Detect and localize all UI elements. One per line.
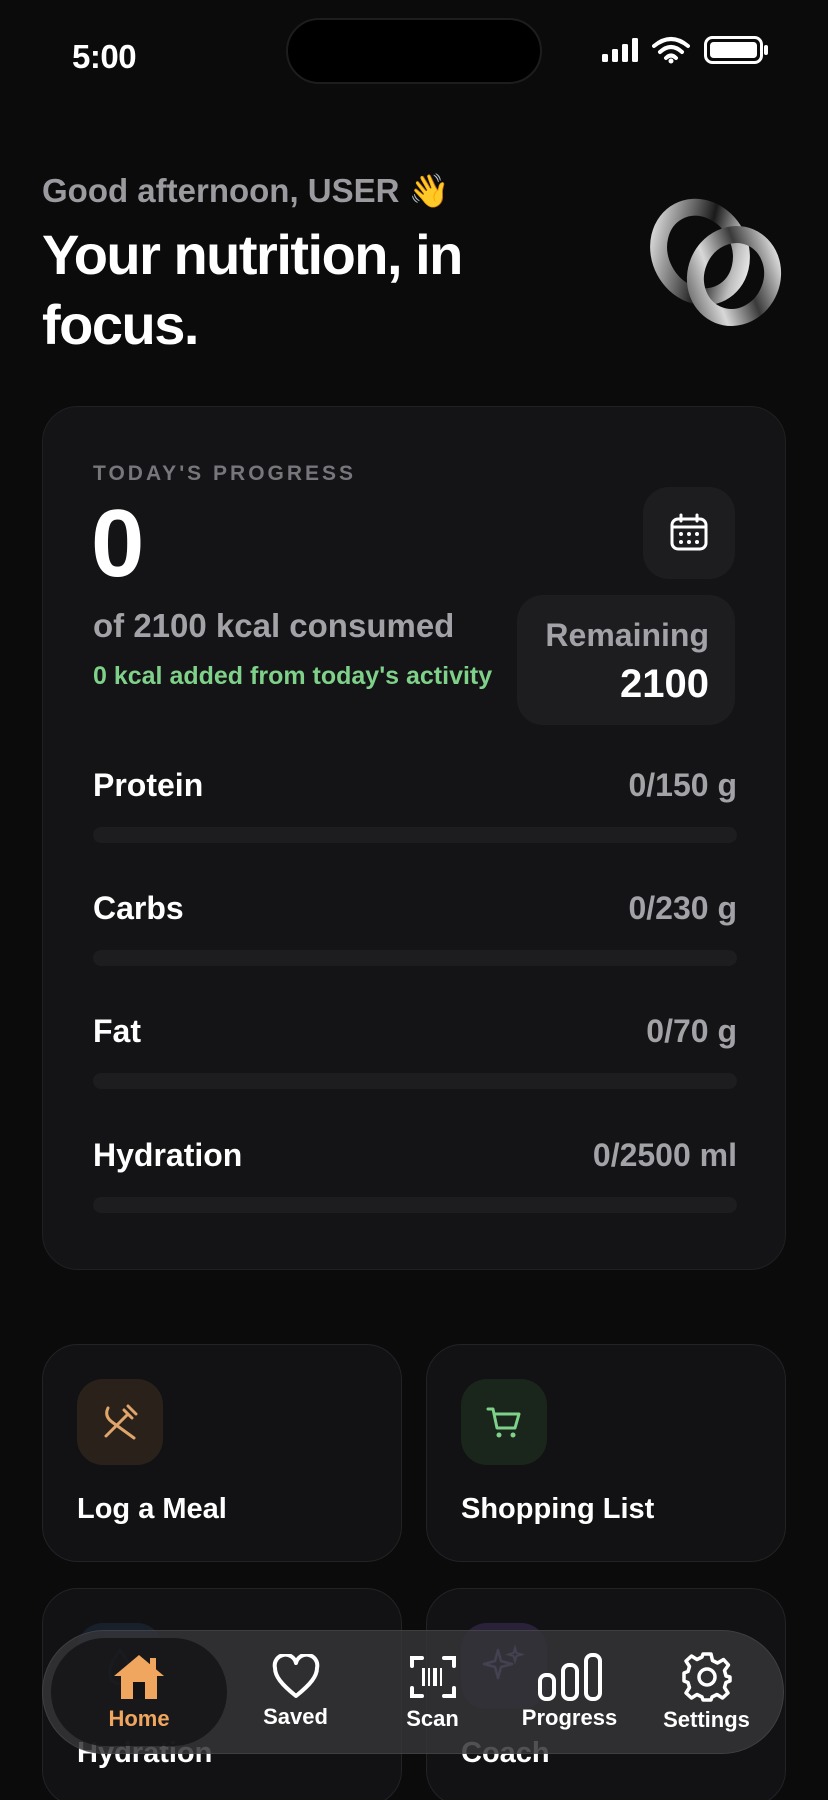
macro-row-protein: Protein 0/150 g: [93, 767, 737, 857]
macro-row-carbs: Carbs 0/230 g: [93, 890, 737, 980]
tab-home[interactable]: Home: [51, 1638, 227, 1746]
tab-label: Progress: [521, 1705, 618, 1730]
activity-text: 0 kcal added from today's activity: [93, 662, 493, 690]
macro-name: Carbs: [93, 890, 184, 926]
tab-label: Scan: [406, 1706, 459, 1731]
macro-value: 0/70 g: [646, 1013, 737, 1049]
bottom-tab-bar: Home Saved Scan Progress Settings: [42, 1630, 784, 1754]
tab-label: Settings: [663, 1707, 750, 1732]
status-icons: [602, 36, 770, 64]
macro-progress-track: [93, 1197, 737, 1213]
macro-progress-track: [93, 1073, 737, 1089]
cellular-signal-icon: [602, 38, 638, 62]
fork-knife-icon: [104, 1404, 138, 1440]
card-label: TODAY'S PROGRESS: [93, 462, 357, 485]
wifi-icon: [652, 37, 690, 64]
remaining-value: 2100: [620, 662, 709, 706]
macro-progress-track: [93, 827, 737, 843]
gear-icon: [681, 1652, 732, 1702]
macro-value: 0/150 g: [628, 767, 737, 803]
bar-chart-icon: [537, 1653, 602, 1701]
tab-settings[interactable]: Settings: [638, 1638, 775, 1746]
calendar-icon: [670, 513, 708, 551]
shopping-list-tile[interactable]: Shopping List: [426, 1344, 786, 1562]
calendar-button[interactable]: [643, 487, 735, 579]
battery-icon: [704, 36, 768, 64]
macro-row-fat: Fat 0/70 g: [93, 1013, 737, 1103]
tab-progress[interactable]: Progress: [501, 1638, 638, 1746]
tile-label: Log a Meal: [77, 1493, 227, 1525]
cart-icon: [486, 1407, 521, 1438]
todays-progress-card: TODAY'S PROGRESS 0 of 2100 kcal consumed…: [42, 406, 786, 1270]
macro-name: Fat: [93, 1013, 141, 1049]
consumed-text: of 2100 kcal consumed: [93, 607, 455, 644]
barcode-scan-icon: [409, 1656, 456, 1698]
log-meal-tile[interactable]: Log a Meal: [42, 1344, 402, 1562]
tab-label: Home: [108, 1706, 170, 1731]
tile-icon-box: [77, 1379, 163, 1465]
chain-links-art: [650, 198, 782, 326]
tile-label: Shopping List: [461, 1493, 655, 1525]
remaining-label: Remaining: [545, 617, 709, 653]
home-icon: [114, 1655, 164, 1699]
tile-icon-box: [461, 1379, 547, 1465]
remaining-box: Remaining 2100: [517, 595, 735, 725]
macro-name: Protein: [93, 767, 204, 803]
tab-saved[interactable]: Saved: [227, 1638, 364, 1746]
macro-value: 0/230 g: [628, 890, 737, 926]
dynamic-island: [286, 18, 542, 84]
greeting-text: Good afternoon, USER 👋: [42, 172, 450, 209]
macro-progress-track: [93, 950, 737, 966]
macro-value: 0/2500 ml: [592, 1137, 737, 1173]
heart-icon: [272, 1654, 319, 1698]
page-title: Your nutrition, in focus.: [42, 223, 463, 356]
macro-name: Hydration: [93, 1137, 243, 1173]
tab-scan[interactable]: Scan: [364, 1638, 501, 1746]
consumed-kcal-value: 0: [91, 490, 145, 597]
status-time: 5:00: [72, 38, 137, 75]
tab-label: Saved: [263, 1704, 328, 1729]
macro-row-hydration: Hydration 0/2500 ml: [93, 1137, 737, 1227]
